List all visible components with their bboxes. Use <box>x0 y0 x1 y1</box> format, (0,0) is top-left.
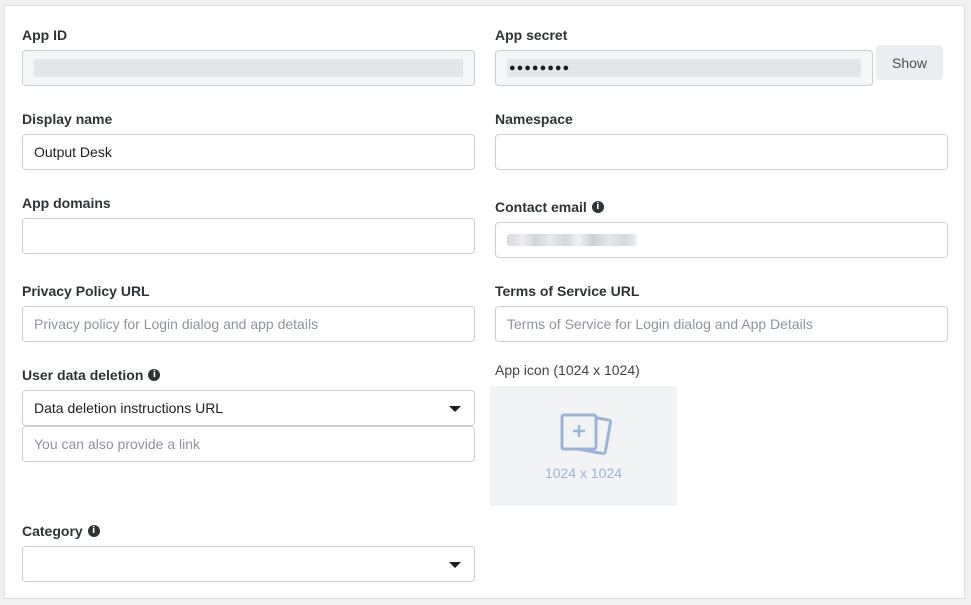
show-secret-button[interactable]: Show <box>876 45 943 80</box>
category-select[interactable] <box>22 546 475 582</box>
app-id-label: App ID <box>22 27 68 43</box>
basic-settings-card <box>4 5 965 599</box>
app-domains-label: App domains <box>22 195 111 211</box>
app-id-field[interactable] <box>22 50 475 86</box>
category-label: Category i <box>22 523 100 539</box>
user-data-deletion-label: User data deletion i <box>22 367 161 383</box>
user-data-deletion-url-input[interactable]: You can also provide a link <box>22 426 475 462</box>
terms-of-service-input[interactable]: Terms of Service for Login dialog and Ap… <box>495 306 948 342</box>
display-name-label: Display name <box>22 111 113 127</box>
chevron-down-icon <box>449 406 461 412</box>
info-icon[interactable]: i <box>591 201 604 213</box>
app-secret-label: App secret <box>495 27 568 43</box>
app-domains-input[interactable] <box>22 218 475 254</box>
namespace-label: Namespace <box>495 111 573 127</box>
user-data-deletion-placeholder: You can also provide a link <box>34 436 201 452</box>
contact-email-input[interactable] <box>495 222 948 258</box>
info-icon[interactable]: i <box>87 525 100 537</box>
namespace-input[interactable] <box>495 134 948 170</box>
privacy-policy-placeholder: Privacy policy for Login dialog and app … <box>34 316 319 332</box>
image-add-icon <box>560 413 612 456</box>
app-icon-dimensions: 1024 x 1024 <box>544 465 623 481</box>
privacy-policy-input[interactable]: Privacy policy for Login dialog and app … <box>22 306 475 342</box>
chevron-down-icon <box>449 562 461 568</box>
app-secret-field[interactable]: ●●●●●●●● <box>495 50 873 86</box>
terms-of-service-label: Terms of Service URL <box>495 283 640 299</box>
app-icon-upload[interactable]: 1024 x 1024 <box>490 386 677 506</box>
display-name-value: Output Desk <box>34 144 112 160</box>
app-icon-label: App icon (1024 x 1024) <box>495 362 640 378</box>
contact-email-value-redacted <box>507 234 637 246</box>
contact-email-label: Contact email i <box>495 199 604 215</box>
app-secret-masked-value: ●●●●●●●● <box>507 59 861 77</box>
user-data-deletion-select[interactable]: Data deletion instructions URL <box>22 390 475 426</box>
app-id-value-redacted <box>34 59 463 77</box>
user-data-deletion-selected: Data deletion instructions URL <box>34 400 224 416</box>
info-icon[interactable]: i <box>148 369 161 381</box>
privacy-policy-label: Privacy Policy URL <box>22 283 150 299</box>
display-name-input[interactable]: Output Desk <box>22 134 475 170</box>
terms-of-service-placeholder: Terms of Service for Login dialog and Ap… <box>507 316 813 332</box>
